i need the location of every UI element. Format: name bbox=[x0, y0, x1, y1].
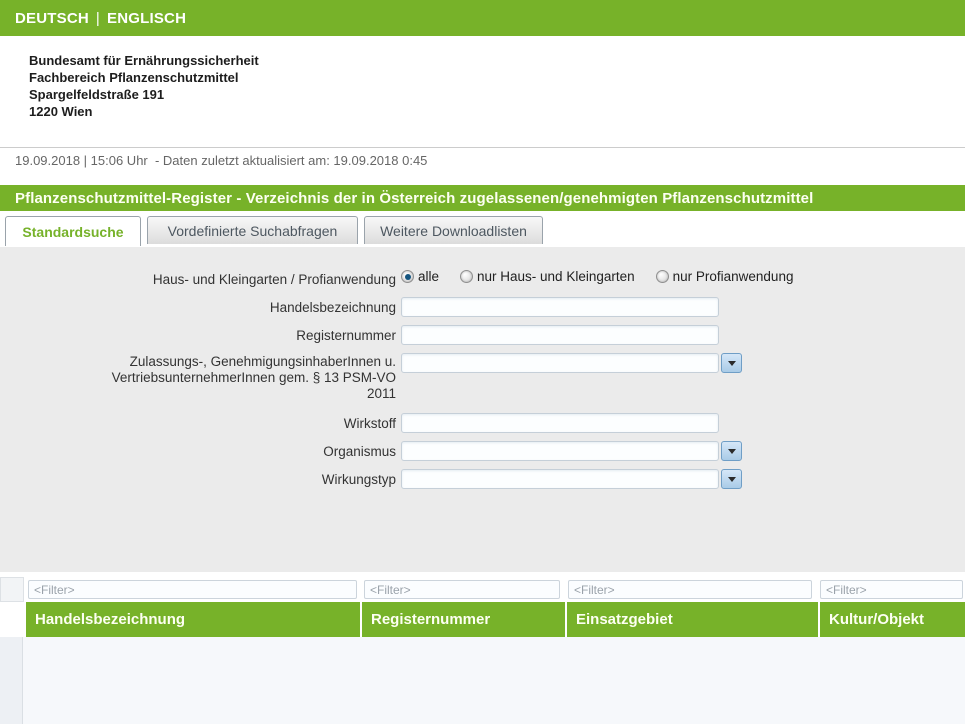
language-link-englisch[interactable]: ENGLISCH bbox=[107, 10, 186, 27]
organismus-combo-input[interactable] bbox=[401, 441, 719, 461]
status-line: 19.09.2018 | 15:06 Uhr - Daten zuletzt a… bbox=[15, 153, 427, 168]
radio-button-haus-icon[interactable] bbox=[460, 270, 473, 283]
registernummer-input[interactable] bbox=[401, 325, 719, 345]
table-filter-row bbox=[0, 577, 965, 602]
radio-label-haus: nur Haus- und Kleingarten bbox=[477, 269, 635, 284]
zulassungsinhaber-label: Zulassungs-, GenehmigungsinhaberInnen u.… bbox=[84, 354, 396, 402]
zulassungsinhaber-dropdown-button[interactable] bbox=[721, 353, 742, 373]
language-bar: DEUTSCH | ENGLISCH bbox=[0, 0, 965, 36]
page-title-text: Pflanzenschutzmittel-Register - Verzeich… bbox=[15, 190, 813, 207]
page-title: Pflanzenschutzmittel-Register - Verzeich… bbox=[0, 185, 965, 211]
radio-button-alle-icon[interactable] bbox=[401, 270, 414, 283]
wirkungstyp-combo-input[interactable] bbox=[401, 469, 719, 489]
agency-address: Bundesamt für Ernährungssicherheit Fachb… bbox=[29, 52, 259, 120]
address-line-3: Spargelfeldstraße 191 bbox=[29, 86, 259, 103]
page: DEUTSCH | ENGLISCH Bundesamt für Ernähru… bbox=[0, 0, 965, 724]
wirkstoff-label: Wirkstoff bbox=[84, 416, 396, 432]
table-header-row: Handelsbezeichnung Registernummer Einsat… bbox=[0, 602, 965, 637]
zulassungsinhaber-combo-input[interactable] bbox=[401, 353, 719, 373]
tab-standardsuche[interactable]: Standardsuche bbox=[5, 216, 141, 246]
filter-handelsbezeichnung-input[interactable] bbox=[28, 580, 357, 599]
address-line-4: 1220 Wien bbox=[29, 103, 259, 120]
search-form-panel: Haus- und Kleingarten / Profianwendung a… bbox=[0, 247, 965, 572]
table-gutter-cell bbox=[0, 577, 24, 602]
divider-line bbox=[0, 147, 965, 148]
column-header-registernummer[interactable]: Registernummer bbox=[362, 602, 565, 637]
radio-button-profi-icon[interactable] bbox=[656, 270, 669, 283]
handelsbezeichnung-label: Handelsbezeichnung bbox=[84, 300, 396, 316]
tab-bar: Standardsuche Vordefinierte Suchabfragen… bbox=[0, 216, 965, 244]
filter-einsatzgebiet-input[interactable] bbox=[568, 580, 812, 599]
table-left-gutter bbox=[0, 637, 23, 724]
radio-label-profi: nur Profianwendung bbox=[673, 269, 794, 284]
radio-group-label: Haus- und Kleingarten / Profianwendung bbox=[84, 272, 396, 288]
radio-label-alle: alle bbox=[418, 269, 439, 284]
anwendung-radio-group: alle nur Haus- und Kleingarten nur Profi… bbox=[401, 269, 793, 284]
chevron-down-icon bbox=[728, 361, 736, 366]
radio-option-nur-profianwendung[interactable]: nur Profianwendung bbox=[656, 269, 794, 284]
filter-kultur-objekt-input[interactable] bbox=[820, 580, 963, 599]
organismus-dropdown-button[interactable] bbox=[721, 441, 742, 461]
column-header-kultur-objekt[interactable]: Kultur/Objekt bbox=[820, 602, 965, 637]
wirkstoff-input[interactable] bbox=[401, 413, 719, 433]
address-line-1: Bundesamt für Ernährungssicherheit bbox=[29, 52, 259, 69]
chevron-down-icon bbox=[728, 449, 736, 454]
tab-vordefinierte-suchabfragen[interactable]: Vordefinierte Suchabfragen bbox=[147, 216, 358, 244]
handelsbezeichnung-input[interactable] bbox=[401, 297, 719, 317]
column-header-einsatzgebiet[interactable]: Einsatzgebiet bbox=[567, 602, 818, 637]
radio-option-alle[interactable]: alle bbox=[401, 269, 439, 284]
organismus-label: Organismus bbox=[84, 444, 396, 460]
radio-option-nur-haus-und-kleingarten[interactable]: nur Haus- und Kleingarten bbox=[460, 269, 635, 284]
language-separator: | bbox=[96, 10, 100, 27]
language-link-deutsch[interactable]: DEUTSCH bbox=[15, 10, 89, 27]
filter-registernummer-input[interactable] bbox=[364, 580, 560, 599]
address-line-2: Fachbereich Pflanzenschutzmittel bbox=[29, 69, 259, 86]
wirkungstyp-dropdown-button[interactable] bbox=[721, 469, 742, 489]
registernummer-label: Registernummer bbox=[84, 328, 396, 344]
chevron-down-icon bbox=[728, 477, 736, 482]
table-results-area bbox=[0, 637, 965, 724]
wirkungstyp-label: Wirkungstyp bbox=[84, 472, 396, 488]
tab-weitere-downloadlisten[interactable]: Weitere Downloadlisten bbox=[364, 216, 543, 244]
column-header-handelsbezeichnung[interactable]: Handelsbezeichnung bbox=[26, 602, 360, 637]
